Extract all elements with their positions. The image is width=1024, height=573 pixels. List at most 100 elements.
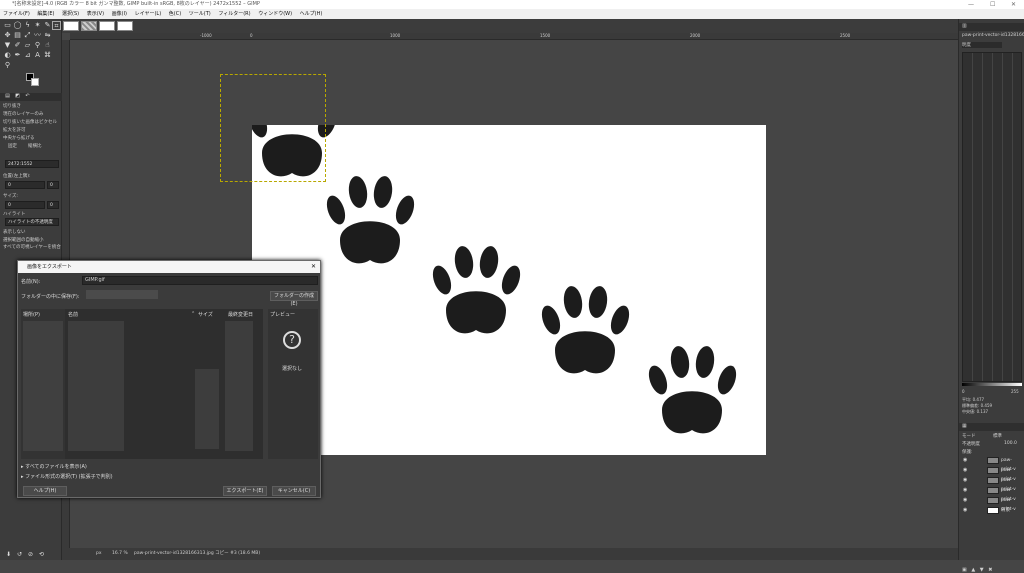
dialog-close-icon[interactable]: ✕ [311, 261, 316, 273]
position-y-field[interactable]: 0 [47, 181, 59, 189]
file-type-toggle[interactable]: ▸ ファイル形式の選択(T) (拡張子で判別) [21, 473, 113, 480]
undo-history-icon[interactable]: ↶ [23, 92, 32, 101]
option-ratio[interactable]: 縦横比 [28, 143, 42, 149]
rect-select-icon[interactable]: ▭ [3, 21, 12, 30]
new-layer-icon[interactable]: ▣ [962, 567, 967, 573]
layer-row[interactable]: ◉ paw-print-v [961, 476, 1023, 492]
restore-options-icon[interactable]: ↺ [15, 550, 24, 559]
menu-edit[interactable]: 編集(E) [34, 11, 57, 17]
warp-icon[interactable]: 〰 [33, 31, 42, 40]
layer-row[interactable]: ◉ paw-print-v [961, 486, 1023, 502]
paintbrush-icon[interactable]: ✐ [13, 41, 22, 50]
menu-image[interactable]: 画像(I) [109, 11, 130, 17]
option-expand-from-center[interactable]: 中央から拡げる [3, 135, 35, 141]
eye-icon[interactable]: ◉ [963, 456, 967, 465]
menu-tools[interactable]: ツール(T) [186, 11, 214, 17]
delete-layer-icon[interactable]: ✖ [988, 567, 992, 573]
histogram-min[interactable]: 0 [962, 389, 965, 394]
menu-colors[interactable]: 色(C) [166, 11, 184, 17]
menu-view[interactable]: 表示(V) [84, 11, 107, 17]
eye-icon[interactable]: ◉ [963, 466, 967, 475]
help-button[interactable]: ヘルプ(H) [23, 486, 67, 496]
zoom-select[interactable]: 16.7 % [112, 548, 128, 560]
dodge-icon[interactable]: ◐ [3, 51, 12, 60]
highlight-opacity-field[interactable]: ハイライトの不透明度 [5, 218, 59, 226]
image-tab-2[interactable] [81, 21, 97, 31]
crop-selection-rectangle[interactable] [220, 74, 326, 182]
eye-icon[interactable]: ◉ [963, 496, 967, 505]
menu-filters[interactable]: フィルター(R) [215, 11, 253, 17]
option-delete-cropped[interactable]: 切り抜いた画像はピクセル [3, 119, 57, 125]
export-button[interactable]: エクスポート(E) [223, 486, 267, 496]
image-tab-3[interactable] [99, 21, 115, 31]
maximize-button[interactable]: ☐ [990, 0, 995, 9]
move-icon[interactable]: ✥ [3, 31, 12, 40]
flip-icon[interactable]: ⇋ [43, 31, 52, 40]
zoom-icon[interactable]: ⚲ [3, 61, 12, 70]
menu-windows[interactable]: ウィンドウ(W) [255, 11, 295, 17]
column-name-header[interactable]: 名前 [68, 311, 78, 318]
bucket-fill-icon[interactable]: ▼ [3, 41, 12, 50]
layer-row[interactable]: ◉ 背景 [961, 506, 1023, 515]
layer-row[interactable]: ◉ paw-print-v [961, 496, 1023, 512]
size-y-field[interactable]: 0 [47, 201, 59, 209]
folder-path-bar[interactable] [86, 290, 158, 299]
filename-input[interactable]: GIMP.gif [82, 276, 318, 285]
device-status-icon[interactable]: ◩ [13, 92, 22, 101]
menu-select[interactable]: 選択(S) [59, 11, 82, 17]
image-tab-1[interactable] [63, 21, 79, 31]
position-x-field[interactable]: 0 [5, 181, 45, 189]
option-current-layer-only[interactable]: 現在のレイヤーのみ [3, 111, 43, 117]
eraser-icon[interactable]: ▱ [23, 41, 32, 50]
reset-options-icon[interactable]: ⟲ [37, 550, 46, 559]
create-folder-button[interactable]: フォルダーの作成(E) [270, 291, 318, 307]
measure-icon[interactable]: ⊿ [23, 51, 32, 60]
menu-file[interactable]: ファイル(F) [0, 11, 33, 17]
column-modified-header[interactable]: 最終変更日 [228, 311, 253, 318]
cancel-button[interactable]: キャンセル(C) [272, 486, 316, 496]
delete-options-icon[interactable]: ⊘ [26, 550, 35, 559]
option-highlight[interactable]: ハイライト [3, 211, 25, 217]
option-fixed[interactable]: 固定 [8, 143, 17, 149]
ellipse-select-icon[interactable]: ◯ [13, 21, 22, 30]
unit-select[interactable]: px [96, 548, 102, 560]
option-shrink-merged[interactable]: すべての可視レイヤーを統合 [3, 244, 61, 250]
file-names-blurred[interactable] [68, 321, 124, 451]
save-options-icon[interactable]: ⬇ [4, 550, 13, 559]
histogram-tab-icon[interactable]: ▥ [962, 23, 967, 29]
layer-row[interactable]: ◉ paw-print-v [961, 466, 1023, 482]
channel-select[interactable]: 明度 [962, 42, 1002, 48]
histogram-max[interactable]: 255 [1011, 389, 1019, 394]
file-list-pane[interactable]: 名前 ⌃ サイズ 最終変更日 [65, 309, 263, 459]
size-x-field[interactable]: 0 [5, 201, 45, 209]
menu-help[interactable]: ヘルプ(H) [297, 11, 326, 17]
option-allow-growing[interactable]: 拡大を許可 [3, 127, 26, 133]
crop-icon[interactable]: ⌗ [52, 21, 61, 30]
eye-icon[interactable]: ◉ [963, 506, 967, 515]
raise-layer-icon[interactable]: ▲ [971, 567, 975, 573]
show-all-files-toggle[interactable]: ▸ すべてのファイルを表示(A) [21, 463, 87, 470]
layer-row[interactable]: ◉ paw-print-v [961, 456, 1023, 472]
eye-icon[interactable]: ◉ [963, 486, 967, 495]
text-tool-icon[interactable]: A [33, 51, 42, 60]
tool-options-icon[interactable]: ▤ [3, 92, 12, 101]
smudge-icon[interactable]: ☝ [43, 41, 52, 50]
column-size-header[interactable]: サイズ [198, 311, 213, 318]
color-picker-icon[interactable]: ✒ [13, 51, 22, 60]
places-pane[interactable]: 場所(P) [21, 309, 69, 459]
places-list[interactable] [23, 321, 63, 451]
ratio-value-field[interactable]: 2472:1552 [5, 160, 59, 168]
close-button[interactable]: ✕ [1011, 0, 1016, 9]
cage-icon[interactable]: ⌘ [43, 51, 52, 60]
eye-icon[interactable]: ◉ [963, 476, 967, 485]
auto-shrink-button[interactable]: 選択範囲の自動縮小 [3, 237, 44, 243]
layers-tab-icon[interactable]: ▦ [962, 423, 967, 429]
lower-layer-icon[interactable]: ▼ [980, 567, 984, 573]
clone-icon[interactable]: ⚲ [33, 41, 42, 50]
free-select-icon[interactable]: ϟ [23, 21, 32, 30]
image-canvas[interactable] [245, 87, 766, 455]
image-tab-4[interactable] [117, 21, 133, 31]
paths-icon[interactable]: ✎ [43, 21, 52, 30]
menu-layer[interactable]: レイヤー(L) [132, 11, 165, 17]
guides-select[interactable]: 表示しない [3, 229, 26, 235]
